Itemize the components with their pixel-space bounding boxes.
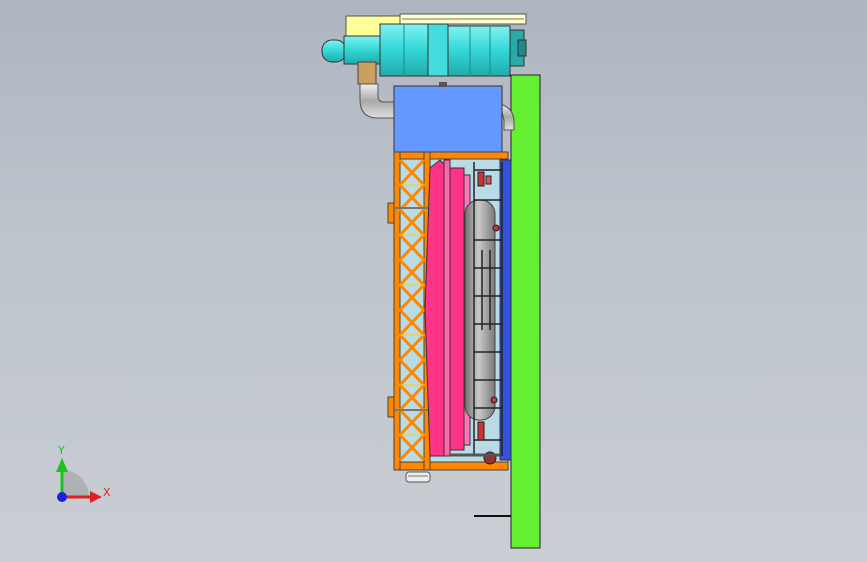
pink-panel[interactable]	[424, 159, 471, 457]
upper-box-notch	[439, 82, 447, 87]
upper-box[interactable]	[393, 85, 503, 153]
base-plate[interactable]	[510, 74, 541, 549]
bottom-foot	[405, 471, 431, 483]
cad-viewport[interactable]: Y X	[0, 0, 867, 562]
flange	[357, 61, 377, 85]
x-axis-label: X	[103, 486, 111, 499]
y-axis-label: Y	[57, 444, 65, 457]
coordinate-triad: Y X	[56, 444, 111, 503]
model-drawing[interactable]: Y X	[0, 0, 867, 562]
